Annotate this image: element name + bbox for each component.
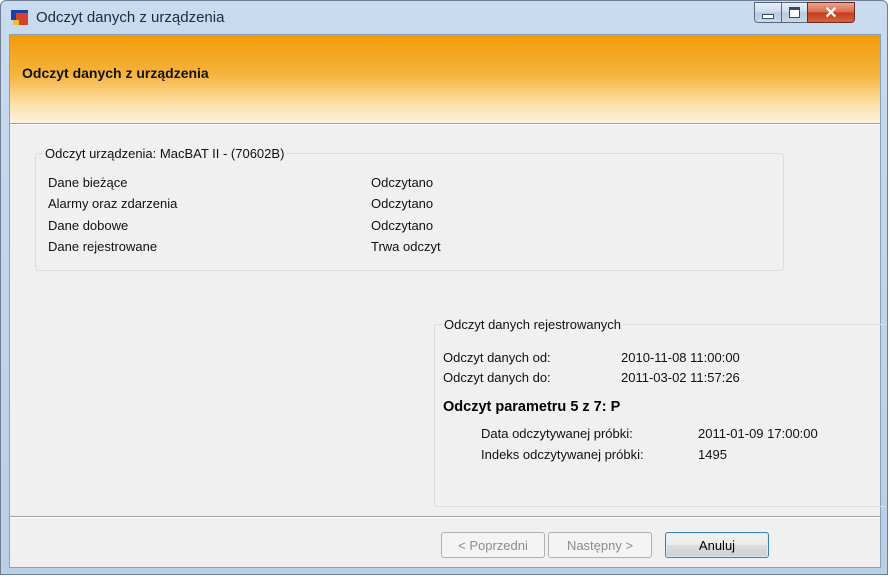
dialog-window: Odczyt danych z urządzenia ✕ Odczyt dany… <box>0 0 888 575</box>
sample-date-label: Data odczytywanej próbki: <box>481 426 633 441</box>
sample-date-value: 2011-01-09 17:00:00 <box>698 426 818 441</box>
next-button[interactable]: Następny > <box>548 532 652 558</box>
row-label-daily-data: Dane dobowe <box>48 218 129 233</box>
row-status-alarms: Odczytano <box>371 196 434 211</box>
title-bar[interactable]: Odczyt danych z urządzenia ✕ <box>1 1 887 34</box>
close-icon: ✕ <box>824 4 838 22</box>
dialog-client-area: Odczyt danych z urządzenia Odczyt urządz… <box>9 34 887 568</box>
parameter-progress: Odczyt parametru 5 z 7: P <box>443 399 621 415</box>
app-icon <box>11 10 28 25</box>
maximize-icon <box>789 7 800 18</box>
previous-button[interactable]: < Poprzedni <box>441 532 545 558</box>
minimize-button[interactable] <box>754 2 782 23</box>
read-from-label: Odczyt danych od: <box>443 350 551 365</box>
row-status-registered-data: Trwa odczyt <box>371 239 441 254</box>
read-from-value: 2010-11-08 11:00:00 <box>621 350 740 365</box>
close-button[interactable]: ✕ <box>807 2 855 23</box>
sample-index-label: Indeks odczytywanej próbki: <box>481 447 644 462</box>
header-divider <box>10 123 880 125</box>
minimize-icon <box>762 13 774 19</box>
maximize-button[interactable] <box>781 2 808 23</box>
window-title: Odczyt danych z urządzenia <box>36 9 225 26</box>
device-read-legend: Odczyt urządzenia: MacBAT II - (70602B) <box>45 146 285 161</box>
read-to-value: 2011-03-02 11:57:26 <box>621 370 740 385</box>
header-title: Odczyt danych z urządzenia <box>22 65 209 81</box>
row-label-current-data: Dane bieżące <box>48 175 128 190</box>
row-label-registered-data: Dane rejestrowane <box>48 239 158 254</box>
cancel-button[interactable]: Anuluj <box>665 532 769 558</box>
row-status-current-data: Odczytano <box>371 175 434 190</box>
row-label-alarms: Alarmy oraz zdarzenia <box>48 196 178 211</box>
row-status-daily-data: Odczytano <box>371 218 434 233</box>
wizard-header: Odczyt danych z urządzenia <box>10 35 880 123</box>
registered-read-legend: Odczyt danych rejestrowanych <box>444 317 622 332</box>
sample-index-value: 1495 <box>698 447 727 462</box>
footer-divider <box>10 516 880 518</box>
read-to-label: Odczyt danych do: <box>443 370 551 385</box>
